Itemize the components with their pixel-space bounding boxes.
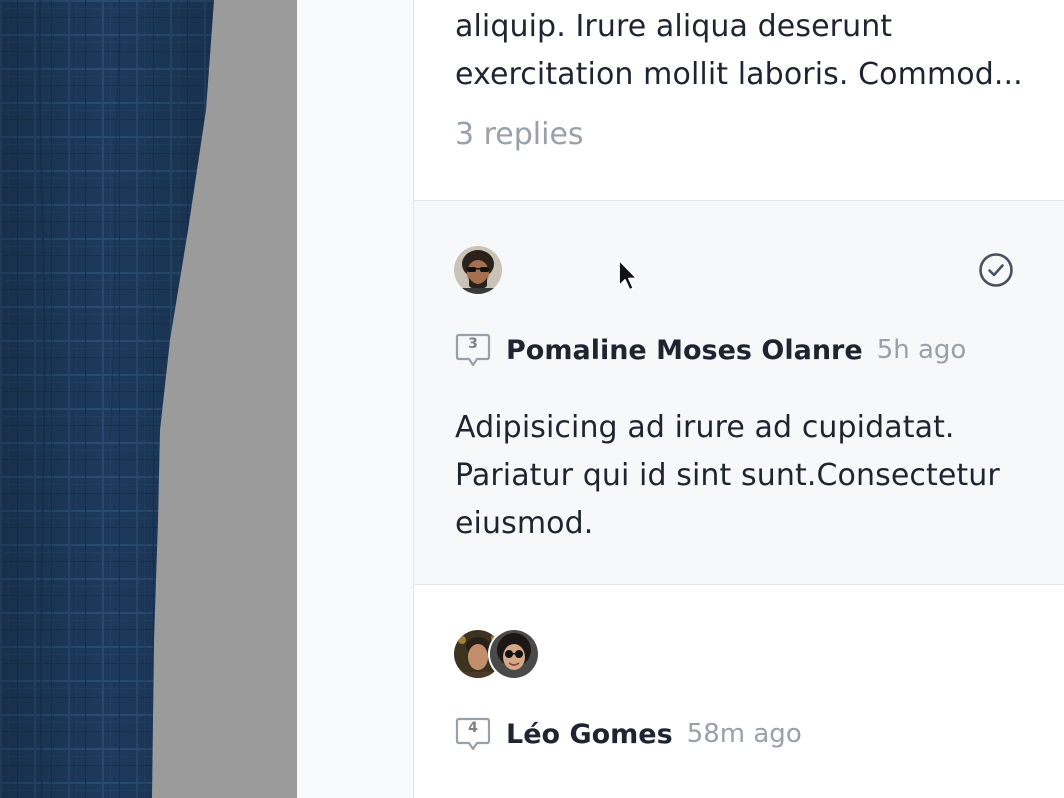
timestamp: 5h ago <box>876 335 967 365</box>
canvas-gutter <box>297 0 413 798</box>
app-viewport: aliquip. Irure aliqua deserunt exercitat… <box>0 0 1064 798</box>
comment-body-line: aliquip. Irure aliqua deserunt <box>455 9 893 44</box>
comments-panel: aliquip. Irure aliqua deserunt exercitat… <box>414 0 1064 798</box>
person-sunglasses-avatar <box>490 630 538 678</box>
reply-count: 3 <box>468 336 478 352</box>
comment-body: aliquip. Irure aliqua deserunt exercitat… <box>455 3 1025 99</box>
reply-count: 4 <box>468 720 478 736</box>
check-circle-icon[interactable] <box>978 252 1014 288</box>
comment-body-line: exercitation mollit laboris. Commod... <box>455 57 1023 92</box>
replies-link[interactable]: 3 replies <box>455 117 584 152</box>
design-canvas[interactable] <box>0 0 297 798</box>
comment-body-line: eiusmod. <box>455 506 594 541</box>
person-sunglasses-avatar <box>454 246 502 294</box>
reply-count-icon: 3 <box>455 332 491 368</box>
author-name: Léo Gomes <box>506 718 673 750</box>
comment-thread[interactable]: 4 Léo Gomes 58m ago <box>414 585 1064 798</box>
comment-meta: 4 Léo Gomes 58m ago <box>455 714 802 754</box>
reply-count-icon: 4 <box>455 716 491 752</box>
comment-body-line: Pariatur qui id sint sunt.Consectetur <box>455 458 1000 493</box>
trousers-photo <box>0 0 214 798</box>
comment-meta: 3 Pomaline Moses Olanre 5h ago <box>455 330 966 370</box>
comment-thread[interactable]: 3 Pomaline Moses Olanre 5h ago Adipisici… <box>414 201 1064 585</box>
comment-body: Adipisicing ad irure ad cupidatat. Paria… <box>455 404 1025 548</box>
comment-thread[interactable]: aliquip. Irure aliqua deserunt exercitat… <box>414 0 1064 201</box>
comment-body-line: Adipisicing ad irure ad cupidatat. <box>455 410 955 445</box>
timestamp: 58m ago <box>686 719 802 749</box>
author-name: Pomaline Moses Olanre <box>506 334 863 366</box>
